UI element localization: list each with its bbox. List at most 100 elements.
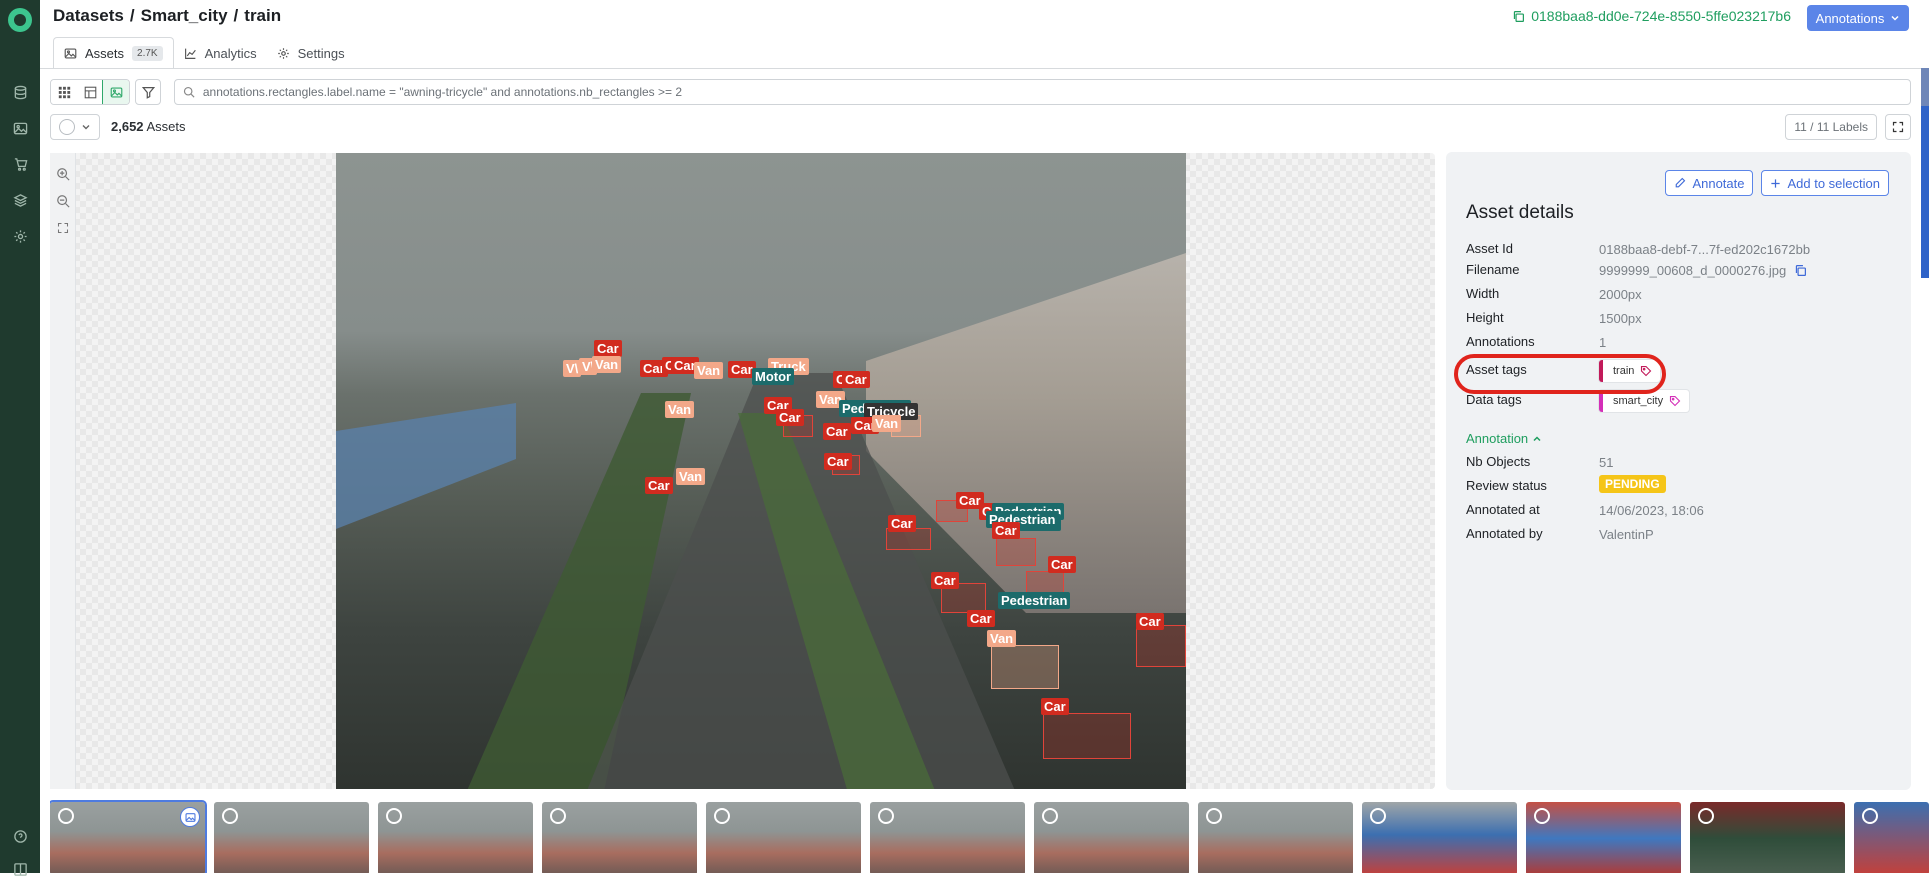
annotation-box[interactable] (1136, 625, 1186, 667)
filter-button[interactable] (135, 79, 161, 105)
left-sidebar (0, 0, 40, 876)
thumbnail-item[interactable] (1362, 802, 1517, 873)
thumbnail-checkbox[interactable] (386, 808, 402, 824)
tab-analytics[interactable]: Analytics (174, 37, 267, 69)
labels-filter-button[interactable]: 11 / 11 Labels (1785, 114, 1877, 140)
thumbnail-checkbox[interactable] (222, 808, 238, 824)
row-label-review-status: Review status (1466, 478, 1547, 493)
thumbnail-checkbox[interactable] (1370, 808, 1386, 824)
image-icon (180, 807, 200, 827)
help-icon[interactable] (11, 827, 29, 845)
annotation-box[interactable] (1043, 713, 1131, 759)
database-icon[interactable] (11, 83, 29, 101)
review-status-badge: PENDING (1599, 475, 1666, 493)
annotation-section-label: Annotation (1466, 431, 1529, 446)
thumbnail-checkbox[interactable] (1698, 808, 1714, 824)
tab-assets[interactable]: Assets 2.7K (53, 37, 174, 69)
tab-settings-label: Settings (297, 45, 345, 61)
row-label-annotated-by: Annotated by (1466, 526, 1543, 541)
label-van: Van (592, 356, 622, 373)
copy-icon[interactable] (1794, 264, 1807, 277)
add-to-selection-label: Add to selection (1787, 175, 1880, 191)
thumbnail-checkbox[interactable] (58, 808, 74, 824)
detail-actions: Annotate Add to selection (1665, 170, 1889, 196)
label-car: Car (645, 477, 673, 494)
asset-image[interactable]: Car V\ V\ Van Car C Car Van Car Truck Mo… (336, 153, 1186, 789)
row-label-width: Width (1466, 286, 1500, 301)
breadcrumb-separator: / (129, 6, 135, 25)
asset-details-panel: Annotate Add to selection Asset details … (1446, 152, 1911, 790)
thumbnail-checkbox[interactable] (550, 808, 566, 824)
table-view-button[interactable] (77, 80, 103, 104)
store-icon[interactable] (11, 155, 29, 173)
fullscreen-button[interactable] (1885, 114, 1911, 140)
zoom-out-icon[interactable] (56, 194, 70, 208)
thumbnail-item[interactable] (214, 802, 369, 873)
label-car: Car (967, 610, 995, 627)
annotations-dropdown-button[interactable]: Annotations (1807, 5, 1909, 31)
add-to-selection-button[interactable]: Add to selection (1761, 170, 1889, 196)
thumbnail-item[interactable] (378, 802, 533, 873)
asset-count-number: 2,652 (111, 119, 144, 134)
app-logo[interactable] (8, 8, 32, 32)
settings-cog-icon[interactable] (11, 227, 29, 245)
zoom-in-icon[interactable] (56, 167, 70, 181)
tag-icon[interactable] (1669, 395, 1681, 407)
width-value: 2000px (1599, 287, 1642, 302)
thumbnail-item[interactable] (1198, 802, 1353, 873)
breadcrumb-datasets[interactable]: Datasets (53, 6, 124, 25)
breadcrumb-dataset[interactable]: Smart_city (141, 6, 228, 25)
gear-icon (277, 47, 289, 59)
tab-settings[interactable]: Settings (267, 37, 355, 69)
label-van: Van (872, 415, 902, 432)
thumbnail-item[interactable] (706, 802, 861, 873)
layers-icon[interactable] (11, 191, 29, 209)
fit-screen-icon[interactable] (56, 221, 70, 235)
annotation-section-toggle[interactable]: Annotation (1466, 431, 1542, 446)
annotation-box[interactable] (991, 645, 1059, 689)
thumbnail-item[interactable] (1854, 802, 1929, 873)
chevron-down-icon (82, 125, 90, 130)
select-all-dropdown[interactable] (50, 114, 100, 140)
row-label-height: Height (1466, 310, 1504, 325)
thumbnail-checkbox[interactable] (714, 808, 730, 824)
thumbnail-item[interactable] (1526, 802, 1681, 873)
row-label-filename: Filename (1466, 262, 1520, 277)
pencil-icon (1676, 177, 1686, 188)
filename-value-row: 9999999_00608_d_0000276.jpg (1599, 263, 1807, 278)
label-pedestrian: Pedestrian (998, 592, 1071, 609)
dataset-version-id[interactable]: 0188baa8-dd0e-724e-8550-5ffe023217b6 (1512, 8, 1791, 24)
thumbnail-checkbox[interactable] (878, 808, 894, 824)
image-icon[interactable] (11, 119, 29, 137)
image-viewer[interactable]: Car V\ V\ Van Car C Car Van Car Truck Mo… (50, 153, 1435, 789)
book-icon[interactable] (11, 860, 29, 878)
details-title: Asset details (1466, 202, 1574, 223)
thumbnail-checkbox[interactable] (1206, 808, 1222, 824)
plus-icon (1771, 178, 1781, 188)
label-car: Car (842, 371, 870, 388)
thumbnail-checkbox[interactable] (1534, 808, 1550, 824)
thumbnail-checkbox[interactable] (1862, 808, 1878, 824)
grid-view-button[interactable] (51, 80, 77, 104)
grid-icon (58, 86, 70, 98)
filename-value: 9999999_00608_d_0000276.jpg (1599, 263, 1787, 278)
page-scrollbar-thumb[interactable] (1921, 68, 1929, 106)
thumbnail-item[interactable] (1690, 802, 1845, 873)
table-icon (84, 86, 96, 98)
annotate-button[interactable]: Annotate (1665, 170, 1754, 196)
thumbnail-item[interactable] (542, 802, 697, 873)
thumbnail-checkbox[interactable] (1042, 808, 1058, 824)
thumbnail-item[interactable] (50, 800, 207, 873)
label-van: Van (987, 630, 1017, 647)
label-car: Car (992, 522, 1020, 539)
data-tag-text: smart_city (1613, 395, 1664, 407)
thumbnail-item[interactable] (1034, 802, 1189, 873)
select-all-checkbox[interactable] (59, 119, 75, 135)
thumbnail-item[interactable] (870, 802, 1025, 873)
query-search-input[interactable] (202, 85, 1910, 99)
image-view-button[interactable] (102, 80, 129, 104)
label-van: Van (676, 468, 706, 485)
annotation-box[interactable] (996, 538, 1036, 566)
view-mode-switch (50, 79, 130, 105)
annotate-label: Annotate (1692, 175, 1745, 191)
